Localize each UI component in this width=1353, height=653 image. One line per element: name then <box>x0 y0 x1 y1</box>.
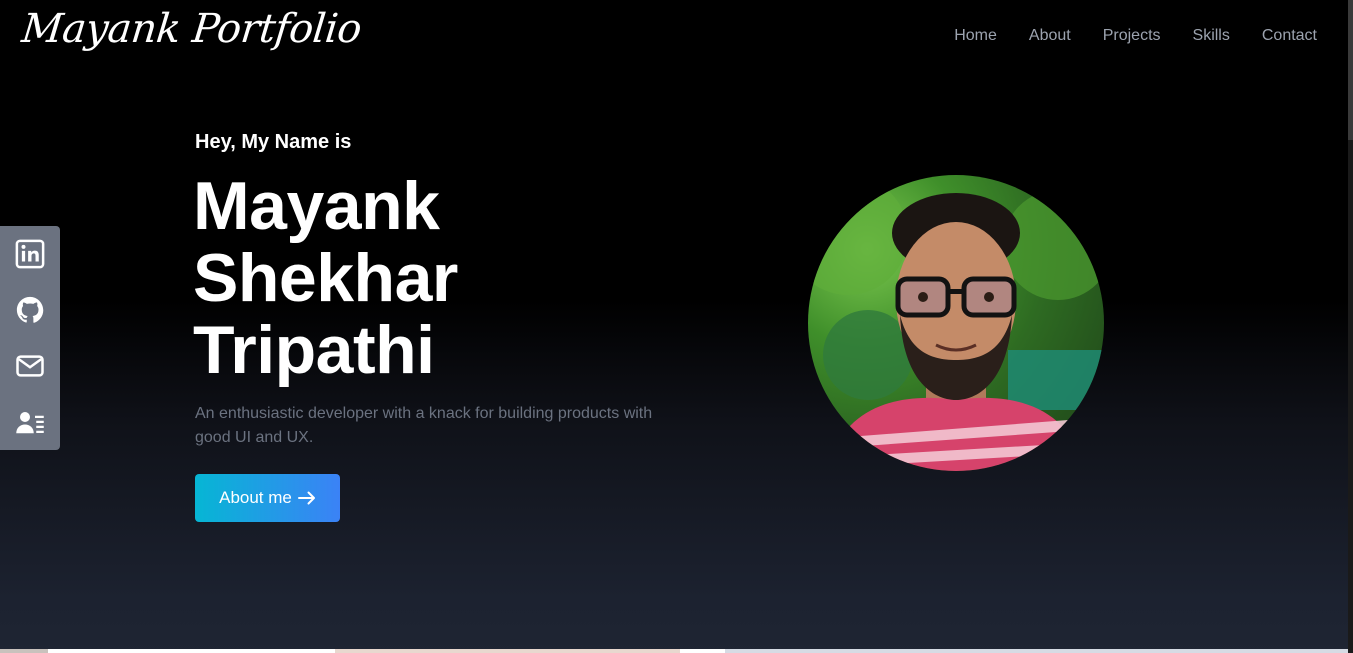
hero-tagline: An enthusiastic developer with a knack f… <box>195 405 653 446</box>
github-icon[interactable] <box>14 294 46 326</box>
resume-icon[interactable] <box>14 406 46 438</box>
profile-avatar <box>808 175 1104 471</box>
nav-about[interactable]: About <box>1029 27 1071 45</box>
hero-name-line-2: Shekhar <box>193 240 458 316</box>
social-sidebar <box>0 226 60 450</box>
hero-name-line-3: Tripathi <box>193 312 435 388</box>
hero-greeting: Hey, My Name is <box>195 131 352 153</box>
about-me-label: About me <box>219 488 292 507</box>
nav-contact[interactable]: Contact <box>1262 27 1317 45</box>
scrollbar-thumb[interactable] <box>1348 0 1353 140</box>
arrow-right-icon <box>297 491 315 505</box>
vertical-scrollbar[interactable] <box>1348 0 1353 653</box>
site-logo[interactable]: Mayank Portfolio <box>20 6 364 52</box>
hero-name-line-1: Mayank <box>193 168 440 244</box>
mail-icon[interactable] <box>14 350 46 382</box>
nav-home[interactable]: Home <box>954 27 997 45</box>
about-me-button[interactable]: About me <box>195 474 340 522</box>
nav-skills[interactable]: Skills <box>1193 27 1230 45</box>
next-section-edge <box>0 649 1348 653</box>
nav-projects[interactable]: Projects <box>1103 27 1161 45</box>
linkedin-icon[interactable] <box>14 238 46 270</box>
portfolio-page: Mayank Portfolio Home About Projects Ski… <box>0 0 1348 653</box>
hero-name: Mayank Shekhar Tripathi <box>193 170 458 386</box>
main-nav: Home About Projects Skills Contact <box>954 27 1317 45</box>
